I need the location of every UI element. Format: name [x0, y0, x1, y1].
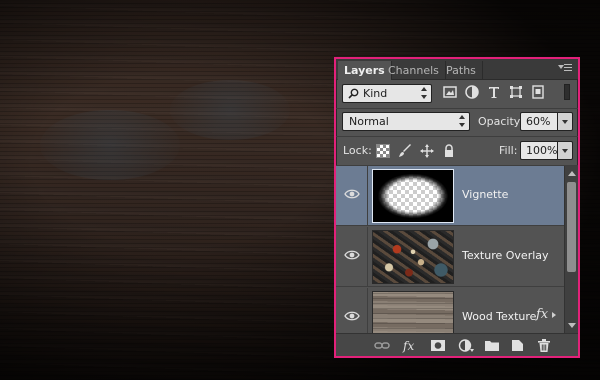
eye-icon	[344, 311, 360, 321]
lock-position-icon[interactable]	[420, 144, 434, 158]
layer-thumbnail[interactable]	[372, 230, 454, 284]
opacity-input[interactable]: 60%	[520, 112, 558, 131]
visibility-toggle[interactable]	[336, 288, 368, 333]
lock-fill-row: Lock: Fill: 100%	[336, 137, 578, 165]
svg-text:fx: fx	[402, 339, 414, 353]
opacity-dropdown-button[interactable]	[558, 112, 573, 131]
layer-row-texture-overlay[interactable]: Texture Overlay	[336, 227, 564, 287]
visibility-toggle[interactable]	[336, 227, 368, 287]
filter-kind-select[interactable]: Kind	[342, 84, 432, 103]
new-adjustment-layer-icon[interactable]	[458, 338, 474, 353]
panel-menu-icon[interactable]	[558, 62, 572, 74]
tab-channels[interactable]: Channels	[382, 61, 446, 80]
delete-layer-icon[interactable]	[536, 338, 552, 353]
adjustment-filter-icon[interactable]	[464, 84, 480, 100]
filter-toggle-switch[interactable]	[564, 84, 570, 100]
fill-input[interactable]: 100%	[520, 141, 558, 160]
layer-filter-row: Kind	[336, 81, 578, 107]
layer-name[interactable]: Vignette	[462, 187, 508, 203]
opacity-label: Opacity:	[478, 115, 524, 128]
panel-tab-bar: Layers Channels Paths	[336, 59, 578, 80]
expand-effects-arrow-icon[interactable]	[552, 312, 556, 318]
layers-list: Vignette Texture Overlay Wood Texture fx	[336, 166, 578, 333]
scroll-up-arrow-icon[interactable]	[568, 171, 576, 176]
eye-icon	[344, 189, 360, 199]
layers-panel: Layers Channels Paths Kind Normal Opacit…	[334, 57, 580, 358]
smart-object-filter-icon[interactable]	[530, 84, 546, 100]
updown-arrows-icon	[421, 87, 427, 99]
new-group-icon[interactable]	[484, 338, 500, 353]
shape-filter-icon[interactable]	[508, 84, 524, 100]
link-layers-icon[interactable]	[374, 338, 390, 353]
blend-opacity-row: Normal Opacity: 60%	[336, 109, 578, 135]
layer-name[interactable]: Texture Overlay	[462, 248, 549, 264]
tab-paths[interactable]: Paths	[440, 61, 483, 80]
filter-kind-label: Kind	[363, 87, 388, 100]
layer-thumbnail[interactable]	[372, 291, 454, 333]
layer-row-wood-texture[interactable]: Wood Texture fx	[336, 288, 564, 333]
fill-dropdown-button[interactable]	[558, 141, 573, 160]
lock-transparent-pixels-icon[interactable]	[376, 144, 390, 158]
layer-row-vignette[interactable]: Vignette	[336, 166, 564, 226]
layer-thumbnail[interactable]	[372, 169, 454, 223]
updown-arrows-icon	[459, 115, 465, 127]
visibility-toggle[interactable]	[336, 166, 368, 226]
lock-image-pixels-icon[interactable]	[398, 144, 412, 158]
lock-label: Lock:	[343, 144, 372, 157]
fill-label: Fill:	[499, 144, 518, 157]
search-icon	[348, 88, 359, 99]
blend-mode-value: Normal	[349, 115, 389, 128]
add-mask-icon[interactable]	[430, 338, 446, 353]
new-layer-icon[interactable]	[510, 338, 526, 353]
eye-icon	[344, 250, 360, 260]
lock-all-icon[interactable]	[442, 144, 456, 158]
layers-bottom-toolbar: fx	[336, 333, 578, 356]
layers-scrollbar[interactable]	[564, 166, 578, 333]
add-layer-style-icon[interactable]: fx	[402, 338, 418, 353]
type-filter-icon[interactable]	[486, 84, 502, 100]
layer-effects-badge[interactable]: fx	[536, 307, 548, 322]
canvas-texture-spot	[170, 80, 290, 140]
blend-mode-select[interactable]: Normal	[342, 112, 470, 131]
scroll-down-arrow-icon[interactable]	[568, 323, 576, 328]
canvas-texture-spot	[40, 110, 180, 180]
pixel-filter-icon[interactable]	[442, 84, 458, 100]
scrollbar-thumb[interactable]	[567, 182, 576, 272]
layer-name[interactable]: Wood Texture	[462, 309, 536, 325]
